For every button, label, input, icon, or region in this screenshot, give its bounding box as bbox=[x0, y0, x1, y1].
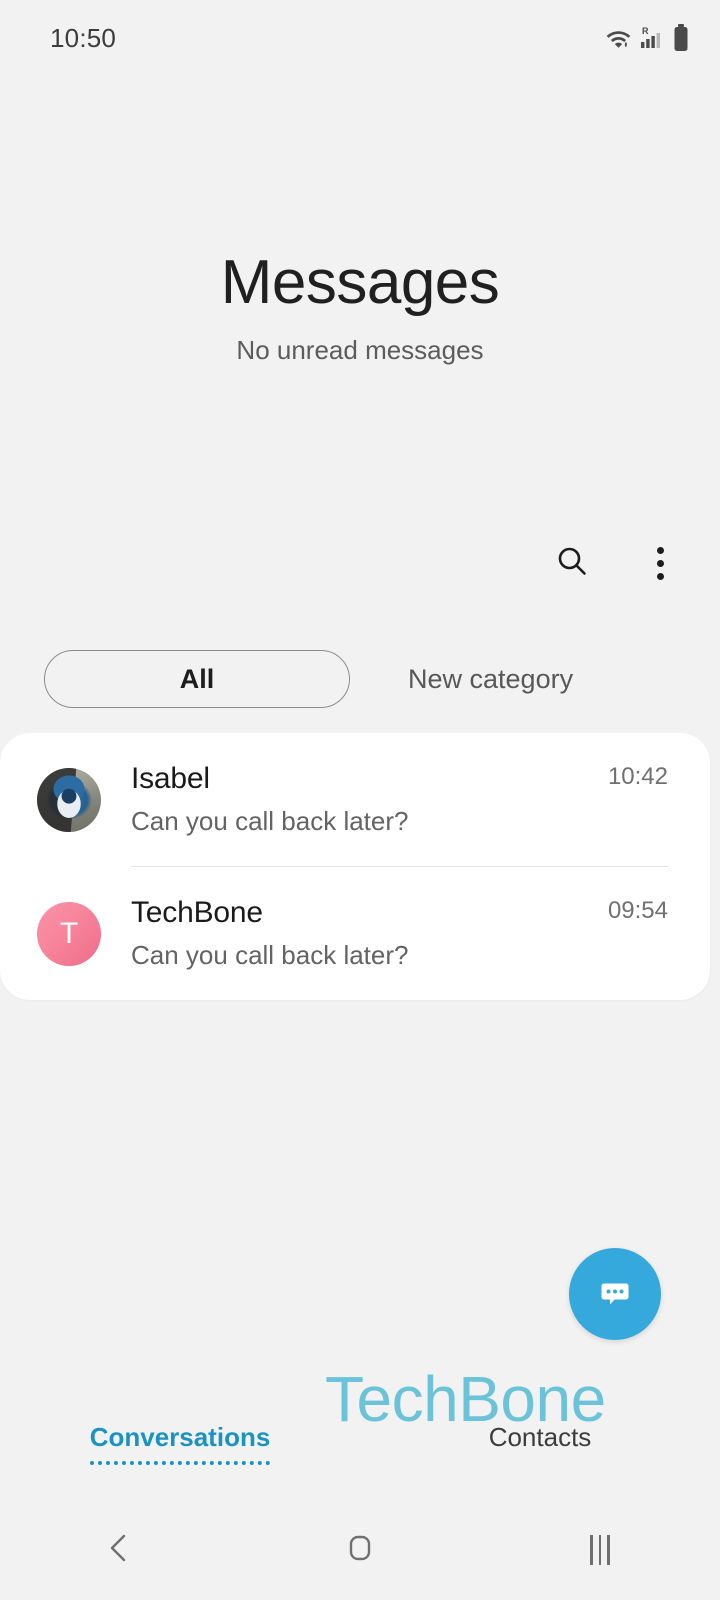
conversation-text: Isabel Can you call back later? bbox=[131, 762, 608, 837]
header-actions bbox=[542, 533, 690, 593]
tab-conversations[interactable]: Conversations bbox=[0, 1414, 360, 1500]
page-subtitle: No unread messages bbox=[236, 335, 484, 366]
signal-roaming-icon: R bbox=[639, 25, 665, 51]
page-header: Messages No unread messages bbox=[0, 250, 720, 366]
messages-app-screen: 10:50 R Messages No unread messages All … bbox=[0, 0, 720, 1600]
category-chip-row: All New category bbox=[0, 650, 720, 708]
conversation-name: TechBone bbox=[131, 896, 263, 929]
avatar-photo-penguin bbox=[37, 767, 101, 832]
recents-button[interactable] bbox=[545, 1500, 655, 1600]
conversation-preview: Can you call back later? bbox=[131, 806, 409, 836]
status-bar-clock: 10:50 bbox=[50, 22, 117, 53]
conversation-preview: Can you call back later? bbox=[131, 940, 409, 970]
new-conversation-button[interactable] bbox=[569, 1248, 661, 1340]
more-options-button[interactable] bbox=[630, 533, 690, 593]
avatar: T bbox=[37, 901, 101, 966]
tab-contacts[interactable]: Contacts bbox=[360, 1414, 720, 1500]
tab-conversations-label: Conversations bbox=[89, 1422, 271, 1452]
new-conversation-icon bbox=[593, 1270, 637, 1319]
page-title: Messages bbox=[220, 248, 500, 317]
svg-text:R: R bbox=[642, 26, 649, 36]
home-button[interactable] bbox=[305, 1500, 415, 1600]
bottom-tab-bar: Conversations Contacts bbox=[0, 1414, 720, 1500]
conversation-text: TechBone Can you call back later? bbox=[131, 896, 608, 971]
conversation-name: Isabel bbox=[131, 762, 210, 795]
back-icon bbox=[105, 1531, 135, 1570]
wifi-icon bbox=[605, 26, 632, 50]
status-bar-icons: R bbox=[605, 24, 690, 52]
conversation-list: Isabel Can you call back later? 10:42 T … bbox=[0, 733, 710, 1000]
back-button[interactable] bbox=[65, 1500, 175, 1600]
tab-active-indicator bbox=[90, 1461, 270, 1465]
conversation-timestamp: 10:42 bbox=[607, 763, 668, 790]
conversation-timestamp: 09:54 bbox=[607, 897, 668, 924]
chip-all[interactable]: All bbox=[44, 650, 350, 708]
avatar bbox=[37, 767, 101, 832]
tab-contacts-label: Contacts bbox=[488, 1422, 592, 1452]
conversation-row-techbone[interactable]: T TechBone Can you call back later? 09:5… bbox=[0, 867, 710, 1000]
recents-icon bbox=[590, 1535, 610, 1565]
chip-new-category[interactable]: New category bbox=[378, 650, 603, 708]
battery-icon bbox=[672, 24, 690, 52]
android-navigation-bar bbox=[0, 1500, 720, 1600]
more-options-icon bbox=[656, 546, 664, 580]
search-icon bbox=[554, 543, 590, 584]
search-button[interactable] bbox=[542, 533, 602, 593]
avatar-initial: T bbox=[37, 901, 101, 966]
status-bar: 10:50 R bbox=[0, 0, 720, 76]
home-icon bbox=[343, 1530, 377, 1571]
conversation-row-isabel[interactable]: Isabel Can you call back later? 10:42 bbox=[0, 733, 710, 866]
